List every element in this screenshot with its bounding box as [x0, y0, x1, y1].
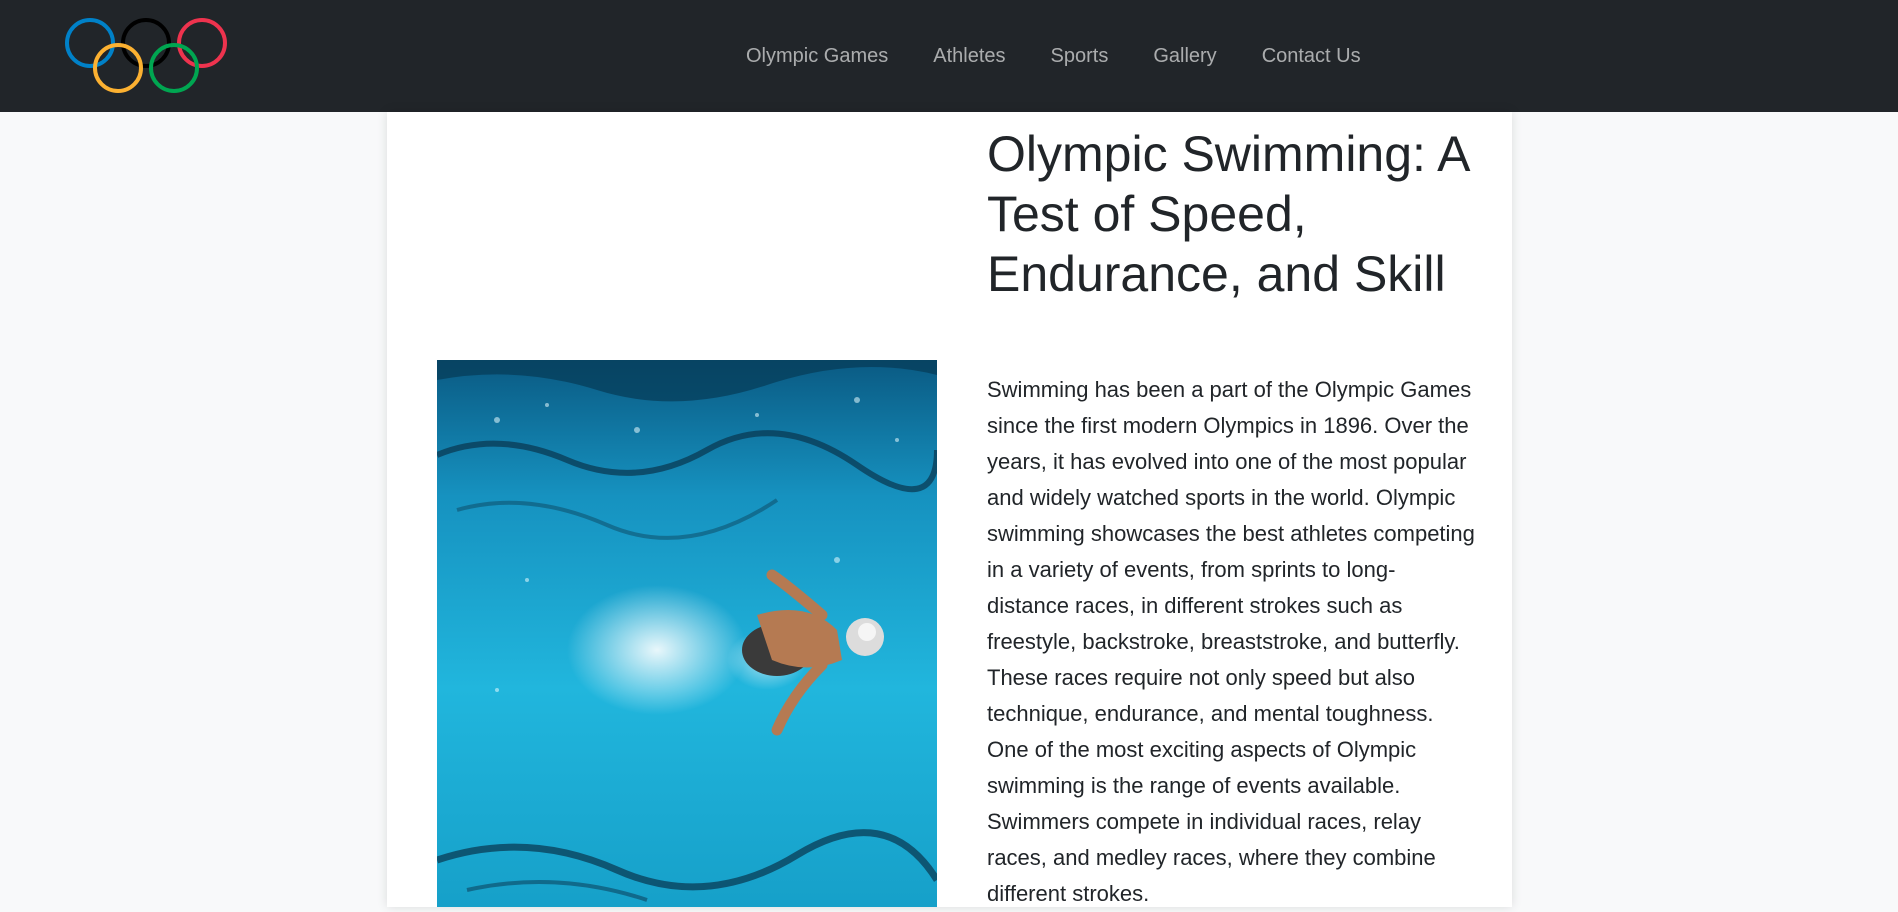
ring-black	[121, 18, 171, 68]
swimmer-illustration	[437, 360, 937, 907]
nav-link-contact-us[interactable]: Contact Us	[1262, 45, 1361, 68]
swimmer-photo	[437, 360, 937, 907]
nav-link-sports[interactable]: Sports	[1051, 45, 1109, 68]
olympic-rings-logo[interactable]	[62, 16, 230, 96]
article-title: Olympic Swimming: A Test of Speed, Endur…	[987, 126, 1468, 302]
ring-yellow	[93, 43, 143, 93]
nav-link-athletes[interactable]: Athletes	[933, 45, 1005, 68]
main-nav: Olympic Games Athletes Sports Gallery Co…	[746, 0, 1406, 112]
ring-blue	[65, 18, 115, 68]
ring-green	[149, 43, 199, 93]
article-body: Swimming has been a part of the Olympic …	[987, 377, 1475, 906]
nav-link-gallery[interactable]: Gallery	[1153, 45, 1216, 68]
ring-red	[177, 18, 227, 68]
nav-link-olympic-games[interactable]: Olympic Games	[746, 45, 888, 68]
article-card: Olympic Swimming: A Test of Speed, Endur…	[387, 112, 1512, 907]
navbar: Olympic Games Athletes Sports Gallery Co…	[0, 0, 1898, 112]
